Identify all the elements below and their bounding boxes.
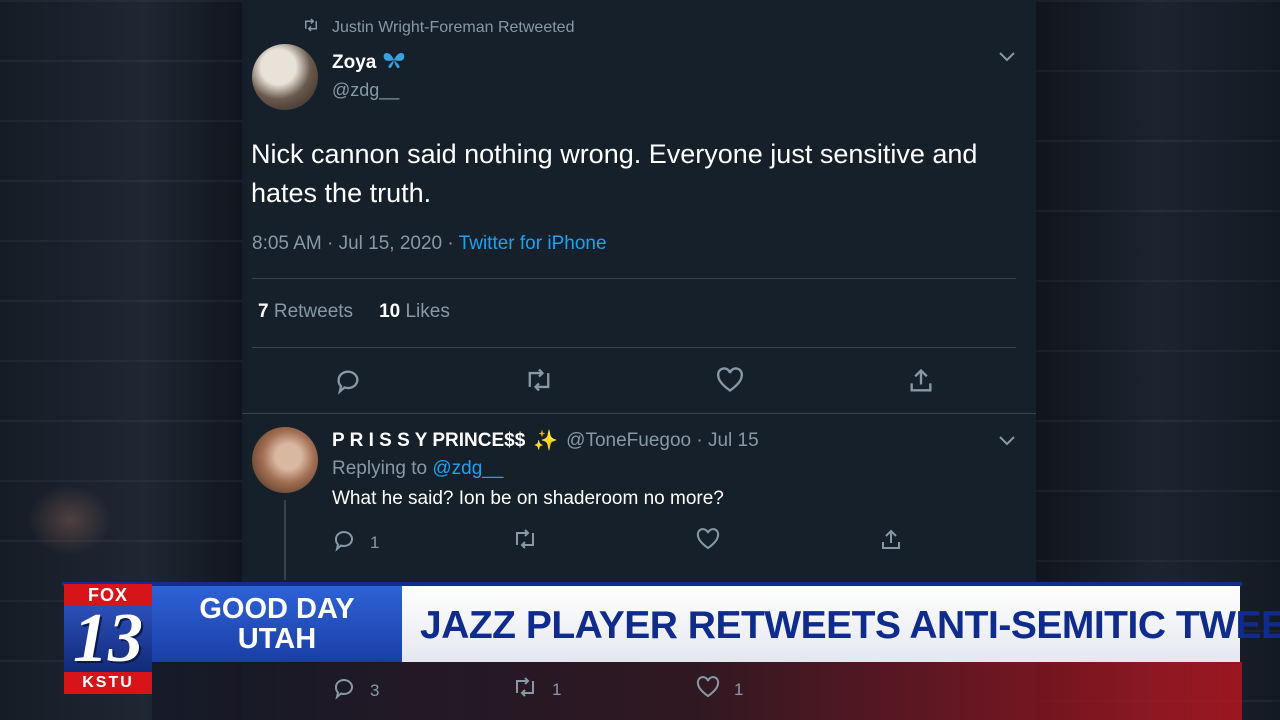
author-name[interactable]: Zoya xyxy=(332,50,406,76)
thread-line xyxy=(284,500,286,580)
reply-icon xyxy=(332,676,356,705)
heart-icon[interactable] xyxy=(716,367,744,393)
show-name-line1: GOOD DAY xyxy=(199,593,355,625)
reply-icon xyxy=(332,528,356,557)
divider xyxy=(252,347,1016,348)
logo-number: 13 xyxy=(64,604,152,674)
station-logo: FOX 13 KSTU xyxy=(64,584,152,694)
retweets-stat[interactable]: 7 Retweets xyxy=(258,301,353,323)
heart-icon xyxy=(696,676,720,703)
reply-icon[interactable] xyxy=(334,367,362,395)
avatar[interactable] xyxy=(252,44,318,110)
share-icon[interactable] xyxy=(879,528,903,552)
tweet-time: 8:05 AM · Jul 15, 2020 · xyxy=(252,233,454,254)
headline-banner: JAZZ PLAYER RETWEETS ANTI-SEMITIC TWEET xyxy=(402,586,1280,662)
divider xyxy=(252,278,1016,279)
reply-header: P R I S S Y PRINCE$$ ✨ @ToneFuegoo · Jul… xyxy=(332,428,759,453)
share-icon[interactable] xyxy=(907,367,935,395)
reply-button[interactable]: 1 xyxy=(332,528,379,557)
headline-text: JAZZ PLAYER RETWEETS ANTI-SEMITIC TWEET xyxy=(420,604,1280,647)
like-count: 1 xyxy=(734,679,744,699)
divider xyxy=(242,413,1036,414)
tweet-source[interactable]: Twitter for iPhone xyxy=(459,233,607,254)
show-name-line2: UTAH xyxy=(237,623,317,655)
replying-to-handle[interactable]: @zdg__ xyxy=(432,458,503,479)
reply-count: 3 xyxy=(370,680,380,700)
retweet-icon[interactable] xyxy=(524,367,554,393)
reply-text: What he said? Ion be on shaderoom no mor… xyxy=(332,488,724,509)
tweet-actions xyxy=(242,365,1036,397)
reply-button[interactable]: 3 xyxy=(332,676,379,705)
next-reply-actions: 3 1 1 xyxy=(242,672,1036,708)
reply-author-name[interactable]: P R I S S Y PRINCE$$ xyxy=(332,430,525,452)
author-handle[interactable]: @zdg__ xyxy=(332,80,399,101)
likes-stat[interactable]: 10 Likes xyxy=(379,301,450,323)
tweet-meta: 8:05 AM · Jul 15, 2020 · Twitter for iPh… xyxy=(252,233,607,255)
retweet-count: 1 xyxy=(552,679,562,699)
retweet-icon xyxy=(302,18,320,37)
chevron-down-icon[interactable] xyxy=(998,50,1016,68)
butterfly-icon xyxy=(382,50,406,76)
retweet-icon xyxy=(512,676,538,703)
engagement-counts: 7 Retweets 10 Likes xyxy=(258,301,450,323)
retweet-icon[interactable] xyxy=(512,528,538,550)
sparkles-icon: ✨ xyxy=(533,430,559,452)
retweeted-by: Justin Wright-Foreman Retweeted xyxy=(302,18,574,37)
replying-to: Replying to @zdg__ xyxy=(332,458,504,479)
reply-avatar[interactable] xyxy=(252,427,318,493)
retweeted-by-text: Justin Wright-Foreman Retweeted xyxy=(332,18,575,36)
tweet-text: Nick cannon said nothing wrong. Everyone… xyxy=(251,139,978,208)
like-button[interactable]: 1 xyxy=(696,676,743,703)
chevron-down-icon[interactable] xyxy=(998,434,1016,452)
heart-icon[interactable] xyxy=(696,528,720,550)
logo-callsign: KSTU xyxy=(64,672,152,694)
reply-handle-date[interactable]: @ToneFuegoo · Jul 15 xyxy=(566,430,759,452)
reply-count: 1 xyxy=(370,532,380,552)
retweet-button[interactable]: 1 xyxy=(512,676,561,703)
show-name: GOOD DAY UTAH xyxy=(152,586,402,662)
